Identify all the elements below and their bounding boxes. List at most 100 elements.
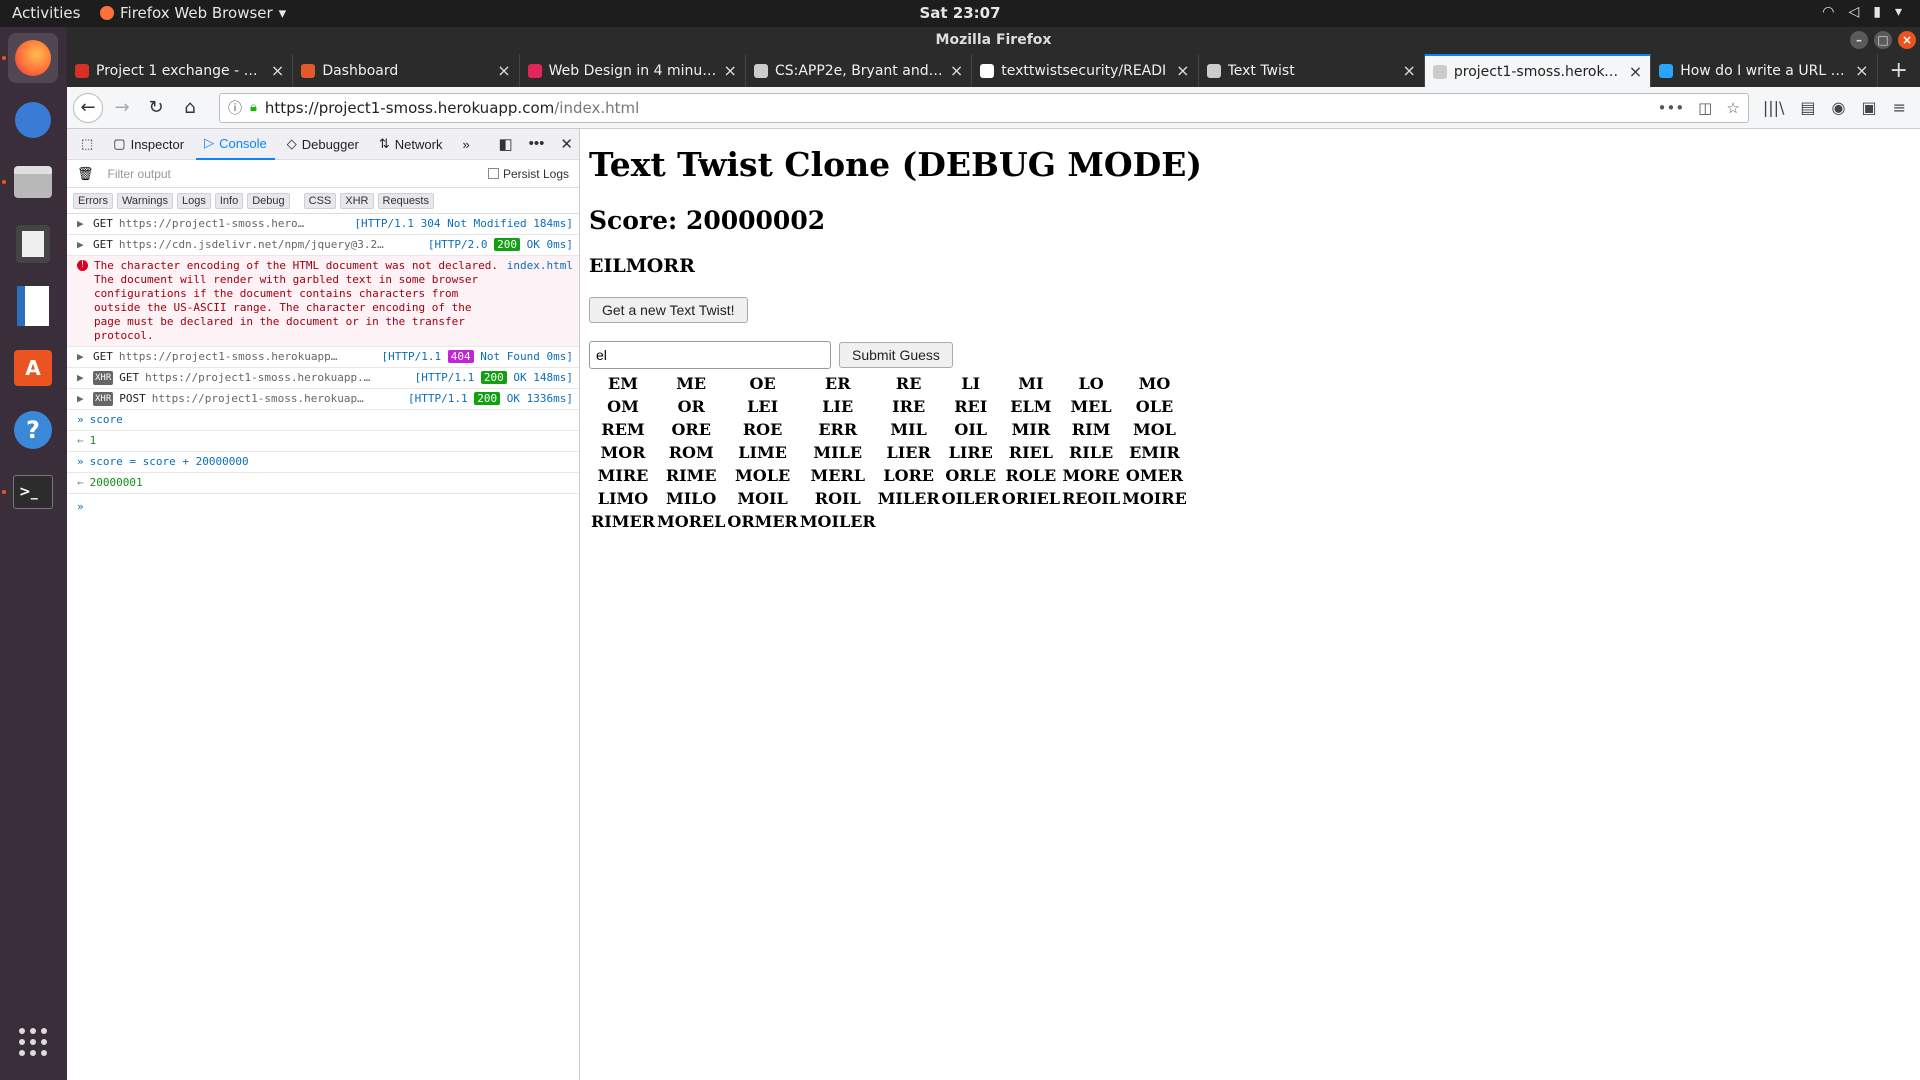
log-url[interactable]: https://cdn.jsdelivr.net/npm/jquery@3.2… (119, 238, 422, 252)
dock-terminal-icon[interactable]: >_ (8, 467, 58, 517)
log-url[interactable]: https://project1-smoss.hero… (119, 217, 349, 231)
word-cell: RIM (1071, 420, 1111, 439)
trash-icon[interactable]: 🗑︎ (77, 166, 94, 182)
dock-side-icon[interactable]: ◧ (498, 135, 512, 153)
new-tab-button[interactable]: + (1878, 54, 1920, 87)
log-url[interactable]: https://project1-smoss.herokuapp.… (145, 371, 409, 385)
close-tab-icon[interactable]: × (1629, 62, 1642, 81)
level-filter-button[interactable]: Errors (73, 192, 113, 209)
dock-help-icon[interactable]: ? (8, 405, 58, 455)
dock-files-icon[interactable] (8, 157, 58, 207)
close-tab-icon[interactable]: × (271, 61, 284, 80)
log-url[interactable]: https://project1-smoss.herokuapp… (119, 350, 376, 364)
minimize-button[interactable]: – (1850, 31, 1868, 49)
browser-tab[interactable]: CS:APP2e, Bryant and O'Hal × (746, 54, 973, 87)
expand-arrow-icon[interactable]: ▶ (77, 238, 87, 252)
tab-label: Console (219, 135, 267, 151)
close-tab-icon[interactable]: × (1402, 61, 1415, 80)
close-tab-icon[interactable]: × (1855, 61, 1868, 80)
word-cell: MOL (1133, 420, 1176, 439)
dock-firefox-icon[interactable] (8, 33, 58, 83)
clock[interactable]: Sat 23:07 (0, 4, 1920, 22)
tab-network[interactable]: ⇅ Network (371, 129, 451, 160)
bookmark-star-icon[interactable]: ☆ (1726, 99, 1739, 117)
close-tab-icon[interactable]: × (497, 61, 510, 80)
dock-rhythmbox-icon[interactable] (8, 219, 58, 269)
home-button[interactable]: ⌂ (175, 93, 205, 123)
forward-button[interactable]: → (107, 93, 137, 123)
system-tray[interactable]: ◠ ◁ ▮ ▾ (1822, 4, 1902, 20)
close-tab-icon[interactable]: × (950, 61, 963, 80)
words-row: MIRE RIME MOLE MERL LORE ORLE ROLE MORE OMER (591, 465, 1187, 486)
word-cell: RIMER (591, 512, 655, 531)
words-table: EM ME OE ER RE LI MI LO MO OM OR LEI LIE IRE REI ELM MEL… (589, 371, 1189, 534)
expand-arrow-icon[interactable]: ▶ (77, 392, 87, 406)
pocket-icon[interactable]: ◫ (1698, 99, 1712, 117)
network-log-row[interactable]: ▶ GET https://project1-smoss.herokuapp… [HT… (67, 347, 579, 368)
account-icon[interactable]: ◉ (1832, 98, 1846, 117)
word-cell: MILO (665, 489, 717, 508)
close-tab-icon[interactable]: × (1176, 61, 1189, 80)
level-filter-button[interactable]: Logs (177, 192, 211, 209)
level-filter-button[interactable]: Debug (247, 192, 290, 209)
network-log-row[interactable]: ▶ XHR GET https://project1-smoss.herokuapp.… (67, 368, 579, 389)
maximize-button[interactable]: □ (1874, 31, 1892, 49)
browser-tab[interactable]: Dashboard × (293, 54, 520, 87)
console-input[interactable]: » (67, 494, 579, 517)
browser-tab[interactable]: How do I write a URL in M × (1651, 54, 1878, 87)
dock-writer-icon[interactable] (8, 281, 58, 331)
chevron-down-icon: ▾ (1894, 4, 1902, 20)
devtools-menu-icon[interactable]: ••• (529, 135, 545, 153)
more-tools-icon[interactable]: » (454, 129, 477, 160)
reload-button[interactable]: ↻ (141, 93, 171, 123)
library-icon[interactable]: |||\ (1763, 98, 1785, 117)
volume-icon: ◁ (1848, 4, 1860, 20)
browser-tab[interactable]: Web Design in 4 minutes × (520, 54, 746, 87)
url-bar[interactable]: ⓘ 🔒︎ https://project1-smoss.herokuapp.co… (219, 92, 1749, 123)
type-filter-button[interactable]: XHR (340, 192, 374, 209)
browser-tab[interactable]: project1-smoss.herokuapp × (1424, 54, 1652, 87)
expand-arrow-icon[interactable]: ▶ (77, 217, 87, 231)
close-window-button[interactable]: × (1898, 31, 1916, 49)
element-picker-icon[interactable]: ⬚ (73, 129, 101, 160)
type-filter-button[interactable]: Requests (377, 192, 434, 209)
close-tab-icon[interactable]: × (724, 61, 737, 80)
browser-tab[interactable]: Text Twist × (1199, 54, 1425, 87)
level-filter-button[interactable]: Warnings (116, 192, 174, 209)
back-button[interactable]: ← (73, 92, 103, 123)
running-indicator (2, 56, 6, 60)
sidebar-icon[interactable]: ▤ (1800, 98, 1815, 117)
log-method: GET (93, 217, 113, 230)
close-devtools-icon[interactable]: ✕ (560, 135, 573, 153)
level-filter-button[interactable]: Info (214, 192, 244, 209)
word-cell: MOIRE (1122, 489, 1187, 508)
expand-arrow-icon[interactable]: ▶ (77, 350, 87, 364)
hamburger-menu-icon[interactable]: ≡ (1893, 98, 1906, 117)
filter-output-input[interactable]: Filter output (108, 167, 171, 181)
type-filter-button[interactable]: CSS (303, 192, 337, 209)
tab-debugger[interactable]: ◇ Debugger (279, 129, 367, 160)
new-text-twist-button[interactable]: Get a new Text Twist! (589, 297, 748, 323)
browser-tab[interactable]: texttwistsecurity/READI × (972, 54, 1199, 87)
tab-inspector[interactable]: ▢ Inspector (105, 129, 192, 160)
log-url[interactable]: https://project1-smoss.herokuap… (152, 392, 402, 406)
submit-guess-button[interactable]: Submit Guess (839, 342, 953, 368)
show-applications-icon[interactable] (8, 1017, 58, 1067)
tab-console[interactable]: ▷ Console (196, 129, 275, 160)
lock-icon[interactable]: 🔒︎ (250, 100, 257, 115)
guess-input[interactable] (589, 341, 831, 369)
error-source-link[interactable]: index.html (507, 259, 573, 343)
page-actions-icon[interactable]: ••• (1658, 99, 1685, 117)
network-log-row[interactable]: ▶ XHR POST https://project1-smoss.herokuap…… (67, 389, 579, 410)
log-status: [HTTP/2.0 200 OK 0ms] (428, 238, 573, 252)
dock-software-icon[interactable]: A (8, 343, 58, 393)
extension-icon[interactable]: ▣ (1861, 98, 1876, 117)
network-log-row[interactable]: ▶ GET https://project1-smoss.hero… [HTTP/1.… (67, 214, 579, 235)
persist-logs-toggle[interactable]: Persist Logs (487, 167, 569, 181)
expand-arrow-icon[interactable]: ▶ (77, 371, 87, 385)
network-log-row[interactable]: ▶ GET https://cdn.jsdelivr.net/npm/jquery@… (67, 235, 579, 256)
dock-thunderbird-icon[interactable] (8, 95, 58, 145)
browser-tab[interactable]: Project 1 exchange - dav × (67, 54, 294, 87)
persist-logs-checkbox[interactable] (487, 168, 499, 179)
info-icon[interactable]: ⓘ (228, 98, 242, 118)
